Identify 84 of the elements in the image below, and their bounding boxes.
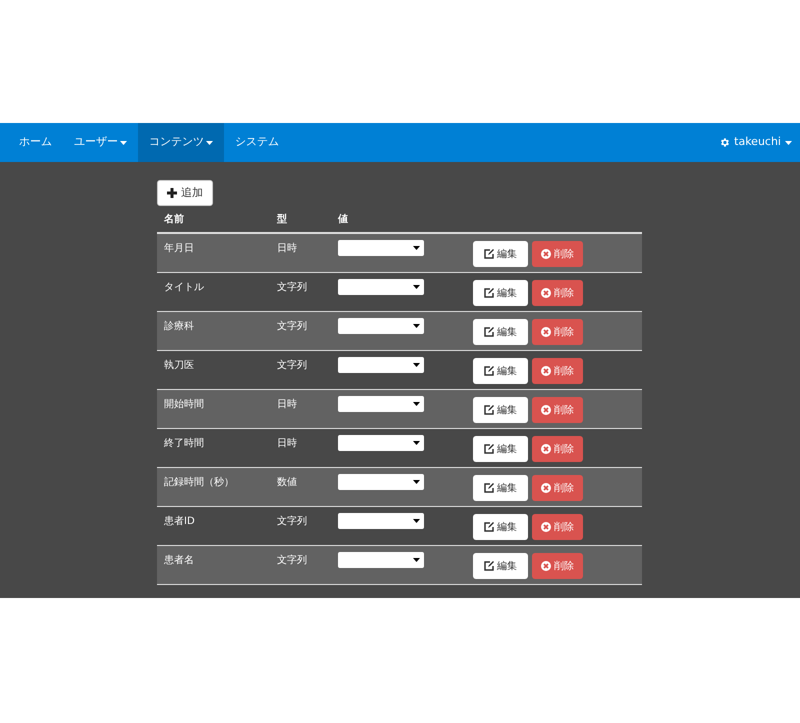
edit-icon	[484, 288, 494, 298]
delete-button[interactable]: 削除	[532, 553, 583, 579]
value-select[interactable]	[338, 318, 424, 334]
column-header: 名前	[163, 212, 185, 226]
remove-circle-icon	[541, 288, 551, 298]
edit-icon	[484, 522, 494, 532]
remove-circle-icon	[541, 483, 551, 493]
table-cell-text: 文字列	[277, 358, 308, 373]
nav-item[interactable]: ホーム	[8, 123, 63, 162]
edit-button[interactable]: 編集	[473, 397, 528, 423]
add-button[interactable]: 追加	[157, 180, 213, 206]
edit-icon	[484, 483, 494, 493]
value-select[interactable]	[338, 396, 424, 412]
table-cell-text: 終了時間	[163, 436, 205, 451]
edit-button[interactable]: 編集	[473, 553, 528, 579]
value-select[interactable]	[338, 435, 424, 451]
table-cell-text: 文字列	[277, 320, 308, 334]
delete-button[interactable]: 削除	[532, 280, 583, 306]
table-cell-text: 記録時間（秒）	[163, 476, 235, 490]
remove-circle-icon	[541, 522, 551, 532]
table-cell-text: 日時	[277, 242, 298, 256]
value-select[interactable]	[338, 279, 424, 295]
table-cell-text: 開始時間	[163, 398, 205, 412]
table-cell-text: 文字列	[277, 280, 308, 295]
nav-item[interactable]: システム	[224, 123, 290, 162]
delete-button[interactable]: 削除	[532, 319, 583, 345]
nav-item[interactable]: ユーザー	[63, 123, 138, 162]
value-select[interactable]	[338, 240, 424, 256]
table-cell-text: 患者名	[163, 554, 195, 568]
edit-icon	[484, 444, 494, 454]
edit-icon	[484, 405, 494, 415]
caret-icon	[413, 246, 420, 250]
edit-button[interactable]: 編集	[473, 436, 528, 462]
delete-button[interactable]: 削除	[532, 358, 583, 384]
nav-item[interactable]: コンテンツ	[138, 123, 224, 162]
edit-icon	[484, 327, 494, 337]
table-cell-text: 年月日	[163, 242, 195, 256]
edit-button[interactable]: 編集	[473, 358, 528, 384]
table-cell-text: 患者ID	[163, 514, 196, 529]
caret-icon	[413, 285, 420, 289]
caret-icon	[413, 363, 420, 367]
plus-icon	[167, 188, 177, 198]
user-menu[interactable]: takeuchi	[719, 123, 792, 162]
edit-icon	[484, 249, 494, 259]
caret-icon	[785, 140, 792, 144]
column-header: 値	[338, 212, 349, 226]
edit-button[interactable]: 編集	[473, 514, 528, 540]
caret-icon	[413, 324, 420, 328]
table-cell-text: 執刀医	[163, 358, 195, 373]
edit-button[interactable]: 編集	[473, 280, 528, 306]
delete-button[interactable]: 削除	[532, 475, 583, 501]
remove-circle-icon	[541, 366, 551, 376]
value-select[interactable]	[338, 474, 424, 490]
edit-icon	[484, 561, 494, 571]
caret-icon	[413, 519, 420, 523]
edit-button[interactable]: 編集	[473, 475, 528, 501]
edit-icon	[484, 366, 494, 376]
table-cell-text: 数値	[277, 476, 298, 490]
caret-icon	[413, 480, 420, 484]
edit-button[interactable]: 編集	[473, 241, 528, 267]
edit-button[interactable]: 編集	[473, 319, 528, 345]
value-select[interactable]	[338, 357, 424, 373]
caret-icon	[413, 402, 420, 406]
remove-circle-icon	[541, 405, 551, 415]
table-cell-text: タイトル	[163, 281, 205, 295]
table-cell-text: 日時	[277, 398, 298, 412]
table-cell-text: 文字列	[277, 514, 308, 529]
settings-icon	[719, 137, 730, 148]
remove-circle-icon	[541, 249, 551, 259]
table-cell-text: 診療科	[163, 320, 195, 334]
value-select[interactable]	[338, 552, 424, 568]
delete-button[interactable]: 削除	[532, 436, 583, 462]
delete-button[interactable]: 削除	[532, 241, 583, 267]
delete-button[interactable]: 削除	[532, 397, 583, 423]
delete-button[interactable]: 削除	[532, 514, 583, 540]
value-select[interactable]	[338, 513, 424, 529]
remove-circle-icon	[541, 561, 551, 571]
remove-circle-icon	[541, 444, 551, 454]
remove-circle-icon	[541, 327, 551, 337]
table-cell-text: 日時	[277, 436, 298, 451]
caret-icon	[413, 558, 420, 562]
table-cell-text: 文字列	[277, 554, 308, 568]
caret-icon	[413, 441, 420, 445]
column-header: 型	[277, 212, 288, 226]
